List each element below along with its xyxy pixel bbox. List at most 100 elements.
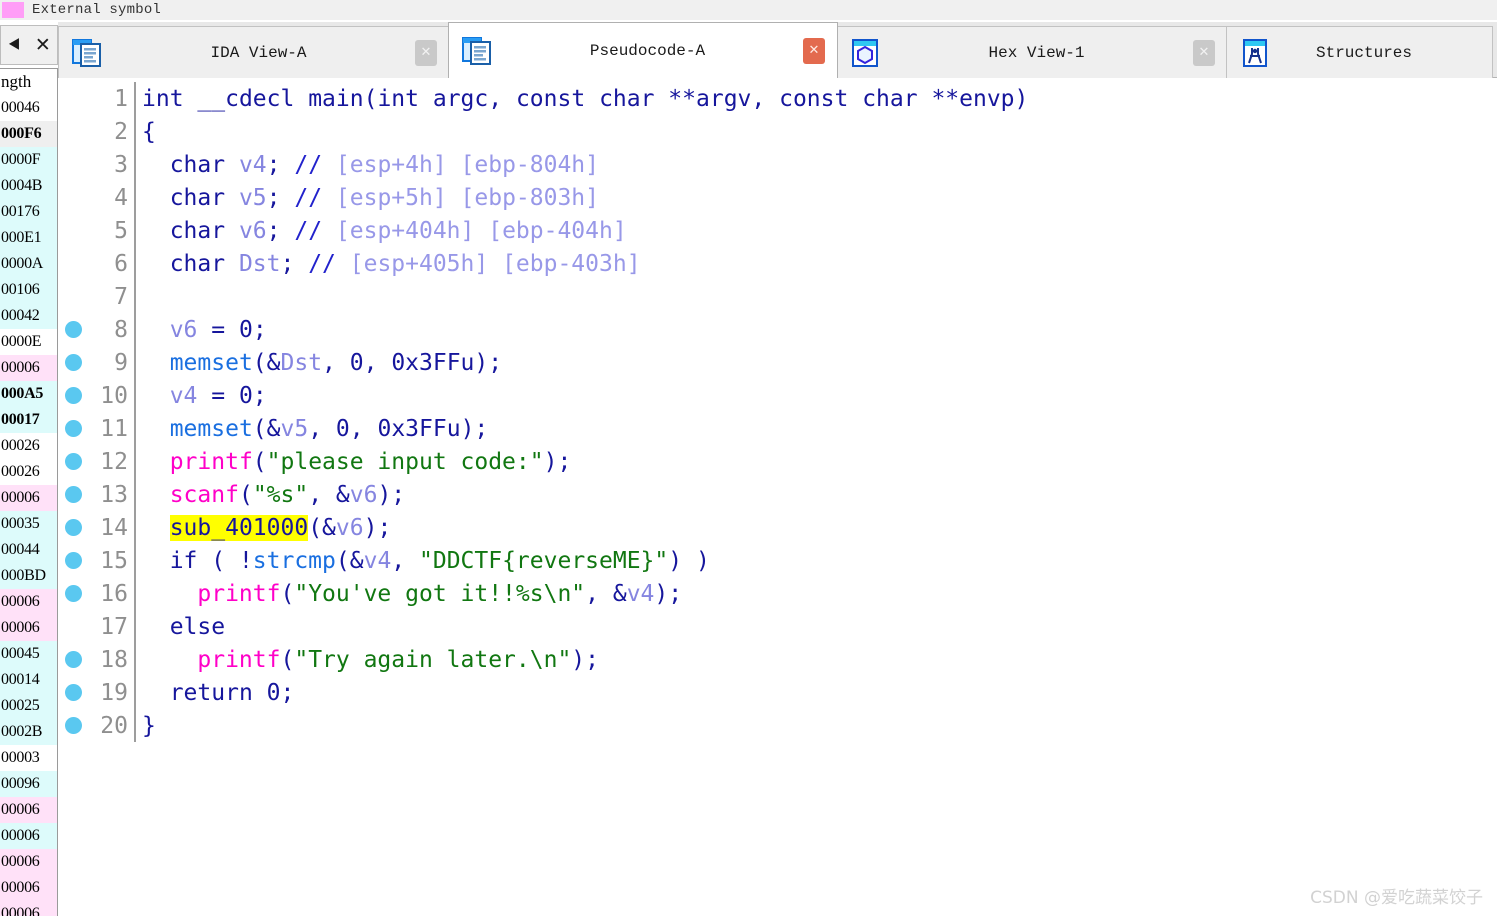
variable-Dst[interactable]: Dst — [239, 251, 281, 277]
function-call-memset[interactable]: memset — [170, 416, 253, 442]
function-length-row[interactable]: 0000A — [0, 251, 57, 277]
code-line-text[interactable]: scanf("%s", &v6); — [136, 482, 405, 508]
code-line-text[interactable]: printf("please input code:"); — [136, 449, 572, 475]
highlighted-function-sub-401000[interactable]: sub_401000 — [169, 514, 309, 541]
code-line-text[interactable]: { — [136, 119, 156, 145]
code-token[interactable]: const — [779, 86, 848, 112]
pin-window-icon[interactable]: ⯇ — [7, 35, 22, 55]
breakpoint-gutter-cell[interactable] — [58, 321, 88, 338]
code-line[interactable]: 17 else — [58, 610, 1497, 643]
code-token[interactable]: if — [170, 548, 198, 574]
code-line[interactable]: 11 memset(&v5, 0, 0x3FFu); — [58, 412, 1497, 445]
code-line-text[interactable]: char v6; // [esp+404h] [ebp-404h] — [136, 218, 627, 244]
variable-v5[interactable]: v5 — [281, 416, 309, 442]
function-length-row[interactable]: 00042 — [0, 303, 57, 329]
function-length-row[interactable]: 0004B — [0, 173, 57, 199]
tab-close-icon[interactable]: ✕ — [1193, 39, 1215, 66]
variable-v5[interactable]: v5 — [239, 185, 267, 211]
breakpoint-dot-icon[interactable] — [64, 453, 82, 470]
code-line[interactable]: 20} — [58, 709, 1497, 742]
variable-v4[interactable]: v4 — [364, 548, 392, 574]
breakpoint-dot-icon[interactable] — [64, 552, 82, 569]
code-line[interactable]: 15 if ( !strcmp(&v4, "DDCTF{reverseME}")… — [58, 544, 1497, 577]
code-line[interactable]: 6 char Dst; // [esp+405h] [ebp-403h] — [58, 247, 1497, 280]
code-line[interactable]: 14 sub_401000(&v6); — [58, 511, 1497, 544]
variable-v6[interactable]: v6 — [350, 482, 378, 508]
breakpoint-dot-icon[interactable] — [64, 354, 82, 371]
code-line[interactable]: 5 char v6; // [esp+404h] [ebp-404h] — [58, 214, 1497, 247]
code-token[interactable]: char — [170, 218, 225, 244]
function-length-row[interactable]: 00006 — [0, 485, 57, 511]
code-token[interactable]: 0 — [350, 350, 364, 376]
tab-structures[interactable]: Structures — [1226, 26, 1493, 78]
code-line[interactable]: 9 memset(&Dst, 0, 0x3FFu); — [58, 346, 1497, 379]
library-call-scanf[interactable]: scanf — [170, 482, 239, 508]
code-token[interactable]: 0x3FFu — [391, 350, 474, 376]
function-call-memset[interactable]: memset — [170, 350, 253, 376]
code-token[interactable]: char — [170, 185, 225, 211]
code-token[interactable]: 0 — [239, 317, 253, 343]
function-length-row[interactable]: 00003 — [0, 745, 57, 771]
breakpoint-gutter-cell[interactable] — [58, 387, 88, 404]
function-length-row[interactable]: 00106 — [0, 277, 57, 303]
breakpoint-dot-icon[interactable] — [64, 321, 82, 338]
function-call-strcmp[interactable]: strcmp — [253, 548, 336, 574]
code-line[interactable]: 8 v6 = 0; — [58, 313, 1497, 346]
function-length-row[interactable]: 0000E — [0, 329, 57, 355]
code-token[interactable]: char — [170, 152, 225, 178]
function-length-row[interactable]: 000BD — [0, 563, 57, 589]
code-line[interactable]: 1 int __cdecl main(int argc, const char *… — [58, 82, 1497, 115]
code-line-text[interactable]: int __cdecl main(int argc, const char **… — [136, 86, 1028, 112]
function-length-row[interactable]: 00006 — [0, 875, 57, 901]
code-line[interactable]: 2{ — [58, 115, 1497, 148]
breakpoint-dot-icon[interactable] — [64, 519, 82, 536]
breakpoint-gutter-cell[interactable] — [58, 585, 88, 602]
functions-length-column[interactable]: ngth 00046 000F6 0000F 0004B 00176 000E1 0000A… — [0, 68, 58, 918]
variable-Dst[interactable]: Dst — [281, 350, 323, 376]
function-length-row[interactable]: 00025 — [0, 693, 57, 719]
function-length-row[interactable]: 00014 — [0, 667, 57, 693]
code-token[interactable]: else — [170, 614, 225, 640]
function-length-row[interactable]: 00006 — [0, 355, 57, 381]
code-line-text[interactable]: char v4; // [esp+4h] [ebp-804h] — [136, 152, 599, 178]
close-panel-icon[interactable]: ✕ — [35, 35, 51, 55]
variable-v4[interactable]: v4 — [170, 383, 198, 409]
code-token[interactable]: main — [308, 86, 363, 112]
code-line-text[interactable]: printf("Try again later.\n"); — [136, 647, 599, 673]
code-token[interactable]: 0 — [267, 680, 281, 706]
breakpoint-gutter-cell[interactable] — [58, 651, 88, 668]
code-token[interactable]: 0x3FFu — [377, 416, 460, 442]
tab-ida-view-a[interactable]: IDA View-A ✕ — [58, 26, 450, 78]
code-token[interactable]: 0 — [336, 416, 350, 442]
code-line-text[interactable]: printf("You've got it!!%s\n", &v4); — [136, 581, 682, 607]
code-token[interactable]: 0 — [239, 383, 253, 409]
library-call-printf[interactable]: printf — [197, 647, 280, 673]
function-length-row[interactable]: 00044 — [0, 537, 57, 563]
code-token[interactable]: const — [516, 86, 585, 112]
breakpoint-dot-icon[interactable] — [64, 420, 82, 437]
code-line[interactable]: 16 printf("You've got it!!%s\n", &v4); — [58, 577, 1497, 610]
code-line[interactable]: 7 — [58, 280, 1497, 313]
code-line-text[interactable]: } — [136, 713, 156, 739]
function-length-row[interactable]: 00006 — [0, 797, 57, 823]
function-length-row[interactable]: 0000F — [0, 147, 57, 173]
breakpoint-gutter-cell[interactable] — [58, 684, 88, 701]
function-length-row[interactable]: 00026 — [0, 433, 57, 459]
function-length-row[interactable]: 0002B — [0, 719, 57, 745]
code-line[interactable]: 18 printf("Try again later.\n"); — [58, 643, 1497, 676]
breakpoint-dot-icon[interactable] — [64, 585, 82, 602]
code-line-text[interactable]: if ( !strcmp(&v4, "DDCTF{reverseME}") ) — [136, 548, 710, 574]
variable-v6[interactable]: v6 — [170, 317, 198, 343]
tab-close-icon[interactable]: ✕ — [803, 37, 825, 64]
breakpoint-gutter-cell[interactable] — [58, 486, 88, 503]
function-length-row[interactable]: 00006 — [0, 823, 57, 849]
code-line-text[interactable]: memset(&Dst, 0, 0x3FFu); — [136, 350, 502, 376]
code-line[interactable]: 3 char v4; // [esp+4h] [ebp-804h] — [58, 148, 1497, 181]
code-token[interactable]: int — [377, 86, 419, 112]
code-line-text[interactable]: sub_401000(&v6); — [136, 514, 391, 541]
tab-close-icon[interactable]: ✕ — [415, 39, 437, 66]
tab-hex-view-1[interactable]: Hex View-1 ✕ — [836, 26, 1228, 78]
breakpoint-gutter-cell[interactable] — [58, 552, 88, 569]
breakpoint-dot-icon[interactable] — [64, 717, 82, 734]
function-length-row[interactable]: 00006 — [0, 589, 57, 615]
